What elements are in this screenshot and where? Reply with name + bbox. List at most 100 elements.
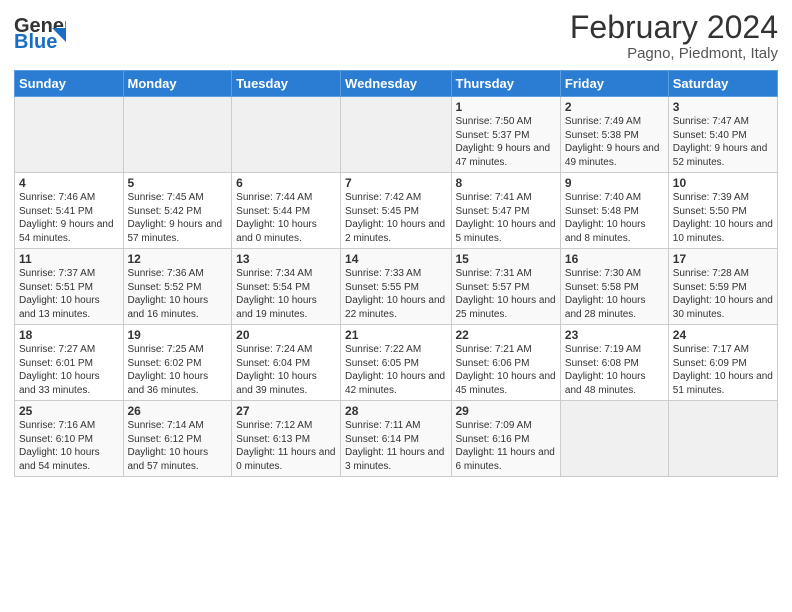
day-number: 27 xyxy=(236,404,336,418)
day-number: 2 xyxy=(565,100,664,114)
day-info: Sunrise: 7:24 AM Sunset: 6:04 PM Dayligh… xyxy=(236,343,336,397)
col-sunday: Sunday xyxy=(15,71,124,97)
day-info: Sunrise: 7:36 AM Sunset: 5:52 PM Dayligh… xyxy=(128,267,228,321)
col-tuesday: Tuesday xyxy=(232,71,341,97)
day-number: 1 xyxy=(456,100,556,114)
day-number: 12 xyxy=(128,252,228,266)
day-info: Sunrise: 7:14 AM Sunset: 6:12 PM Dayligh… xyxy=(128,419,228,473)
col-saturday: Saturday xyxy=(668,71,777,97)
day-number: 7 xyxy=(345,176,446,190)
day-number: 28 xyxy=(345,404,446,418)
day-info: Sunrise: 7:45 AM Sunset: 5:42 PM Dayligh… xyxy=(128,191,228,245)
day-number: 6 xyxy=(236,176,336,190)
calendar-week-row: 1Sunrise: 7:50 AM Sunset: 5:37 PM Daylig… xyxy=(15,97,778,173)
day-number: 8 xyxy=(456,176,556,190)
day-number: 13 xyxy=(236,252,336,266)
calendar-week-row: 11Sunrise: 7:37 AM Sunset: 5:51 PM Dayli… xyxy=(15,249,778,325)
day-number: 3 xyxy=(673,100,773,114)
day-number: 20 xyxy=(236,328,336,342)
table-row: 24Sunrise: 7:17 AM Sunset: 6:09 PM Dayli… xyxy=(668,325,777,401)
calendar-week-row: 25Sunrise: 7:16 AM Sunset: 6:10 PM Dayli… xyxy=(15,401,778,477)
table-row xyxy=(341,97,451,173)
table-row: 4Sunrise: 7:46 AM Sunset: 5:41 PM Daylig… xyxy=(15,173,124,249)
day-info: Sunrise: 7:30 AM Sunset: 5:58 PM Dayligh… xyxy=(565,267,664,321)
table-row xyxy=(15,97,124,173)
svg-text:Blue: Blue xyxy=(14,31,57,52)
day-number: 9 xyxy=(565,176,664,190)
day-number: 5 xyxy=(128,176,228,190)
table-row: 25Sunrise: 7:16 AM Sunset: 6:10 PM Dayli… xyxy=(15,401,124,477)
table-row: 8Sunrise: 7:41 AM Sunset: 5:47 PM Daylig… xyxy=(451,173,560,249)
day-number: 29 xyxy=(456,404,556,418)
day-number: 4 xyxy=(19,176,119,190)
table-row: 14Sunrise: 7:33 AM Sunset: 5:55 PM Dayli… xyxy=(341,249,451,325)
table-row xyxy=(232,97,341,173)
day-info: Sunrise: 7:19 AM Sunset: 6:08 PM Dayligh… xyxy=(565,343,664,397)
table-row: 3Sunrise: 7:47 AM Sunset: 5:40 PM Daylig… xyxy=(668,97,777,173)
day-info: Sunrise: 7:41 AM Sunset: 5:47 PM Dayligh… xyxy=(456,191,556,245)
table-row: 1Sunrise: 7:50 AM Sunset: 5:37 PM Daylig… xyxy=(451,97,560,173)
day-info: Sunrise: 7:40 AM Sunset: 5:48 PM Dayligh… xyxy=(565,191,664,245)
day-info: Sunrise: 7:25 AM Sunset: 6:02 PM Dayligh… xyxy=(128,343,228,397)
day-info: Sunrise: 7:16 AM Sunset: 6:10 PM Dayligh… xyxy=(19,419,119,473)
day-number: 26 xyxy=(128,404,228,418)
day-info: Sunrise: 7:50 AM Sunset: 5:37 PM Dayligh… xyxy=(456,115,556,169)
day-info: Sunrise: 7:17 AM Sunset: 6:09 PM Dayligh… xyxy=(673,343,773,397)
table-row: 2Sunrise: 7:49 AM Sunset: 5:38 PM Daylig… xyxy=(560,97,668,173)
title-block: February 2024 Pagno, Piedmont, Italy xyxy=(570,10,778,62)
day-number: 23 xyxy=(565,328,664,342)
table-row: 11Sunrise: 7:37 AM Sunset: 5:51 PM Dayli… xyxy=(15,249,124,325)
day-number: 16 xyxy=(565,252,664,266)
table-row: 6Sunrise: 7:44 AM Sunset: 5:44 PM Daylig… xyxy=(232,173,341,249)
calendar-table: Sunday Monday Tuesday Wednesday Thursday… xyxy=(14,70,778,477)
day-number: 19 xyxy=(128,328,228,342)
table-row: 10Sunrise: 7:39 AM Sunset: 5:50 PM Dayli… xyxy=(668,173,777,249)
calendar-week-row: 18Sunrise: 7:27 AM Sunset: 6:01 PM Dayli… xyxy=(15,325,778,401)
table-row: 26Sunrise: 7:14 AM Sunset: 6:12 PM Dayli… xyxy=(123,401,232,477)
day-info: Sunrise: 7:28 AM Sunset: 5:59 PM Dayligh… xyxy=(673,267,773,321)
col-monday: Monday xyxy=(123,71,232,97)
day-info: Sunrise: 7:12 AM Sunset: 6:13 PM Dayligh… xyxy=(236,419,336,473)
day-number: 24 xyxy=(673,328,773,342)
table-row: 22Sunrise: 7:21 AM Sunset: 6:06 PM Dayli… xyxy=(451,325,560,401)
page-subtitle: Pagno, Piedmont, Italy xyxy=(570,45,778,62)
table-row xyxy=(123,97,232,173)
day-number: 10 xyxy=(673,176,773,190)
table-row: 5Sunrise: 7:45 AM Sunset: 5:42 PM Daylig… xyxy=(123,173,232,249)
table-row: 19Sunrise: 7:25 AM Sunset: 6:02 PM Dayli… xyxy=(123,325,232,401)
table-row: 23Sunrise: 7:19 AM Sunset: 6:08 PM Dayli… xyxy=(560,325,668,401)
table-row: 20Sunrise: 7:24 AM Sunset: 6:04 PM Dayli… xyxy=(232,325,341,401)
col-thursday: Thursday xyxy=(451,71,560,97)
day-info: Sunrise: 7:31 AM Sunset: 5:57 PM Dayligh… xyxy=(456,267,556,321)
table-row xyxy=(560,401,668,477)
table-row: 9Sunrise: 7:40 AM Sunset: 5:48 PM Daylig… xyxy=(560,173,668,249)
table-row: 12Sunrise: 7:36 AM Sunset: 5:52 PM Dayli… xyxy=(123,249,232,325)
logo-icon: General Blue xyxy=(14,10,66,52)
day-info: Sunrise: 7:33 AM Sunset: 5:55 PM Dayligh… xyxy=(345,267,446,321)
calendar-week-row: 4Sunrise: 7:46 AM Sunset: 5:41 PM Daylig… xyxy=(15,173,778,249)
day-info: Sunrise: 7:37 AM Sunset: 5:51 PM Dayligh… xyxy=(19,267,119,321)
table-row: 17Sunrise: 7:28 AM Sunset: 5:59 PM Dayli… xyxy=(668,249,777,325)
table-row: 21Sunrise: 7:22 AM Sunset: 6:05 PM Dayli… xyxy=(341,325,451,401)
calendar-header-row: Sunday Monday Tuesday Wednesday Thursday… xyxy=(15,71,778,97)
table-row: 7Sunrise: 7:42 AM Sunset: 5:45 PM Daylig… xyxy=(341,173,451,249)
table-row: 18Sunrise: 7:27 AM Sunset: 6:01 PM Dayli… xyxy=(15,325,124,401)
table-row xyxy=(668,401,777,477)
day-info: Sunrise: 7:11 AM Sunset: 6:14 PM Dayligh… xyxy=(345,419,446,473)
table-row: 13Sunrise: 7:34 AM Sunset: 5:54 PM Dayli… xyxy=(232,249,341,325)
col-friday: Friday xyxy=(560,71,668,97)
logo: General Blue xyxy=(14,10,66,52)
day-number: 14 xyxy=(345,252,446,266)
day-info: Sunrise: 7:39 AM Sunset: 5:50 PM Dayligh… xyxy=(673,191,773,245)
day-info: Sunrise: 7:42 AM Sunset: 5:45 PM Dayligh… xyxy=(345,191,446,245)
day-info: Sunrise: 7:46 AM Sunset: 5:41 PM Dayligh… xyxy=(19,191,119,245)
table-row: 27Sunrise: 7:12 AM Sunset: 6:13 PM Dayli… xyxy=(232,401,341,477)
day-info: Sunrise: 7:21 AM Sunset: 6:06 PM Dayligh… xyxy=(456,343,556,397)
day-info: Sunrise: 7:47 AM Sunset: 5:40 PM Dayligh… xyxy=(673,115,773,169)
day-number: 17 xyxy=(673,252,773,266)
table-row: 15Sunrise: 7:31 AM Sunset: 5:57 PM Dayli… xyxy=(451,249,560,325)
day-info: Sunrise: 7:49 AM Sunset: 5:38 PM Dayligh… xyxy=(565,115,664,169)
day-number: 22 xyxy=(456,328,556,342)
day-info: Sunrise: 7:34 AM Sunset: 5:54 PM Dayligh… xyxy=(236,267,336,321)
day-number: 15 xyxy=(456,252,556,266)
